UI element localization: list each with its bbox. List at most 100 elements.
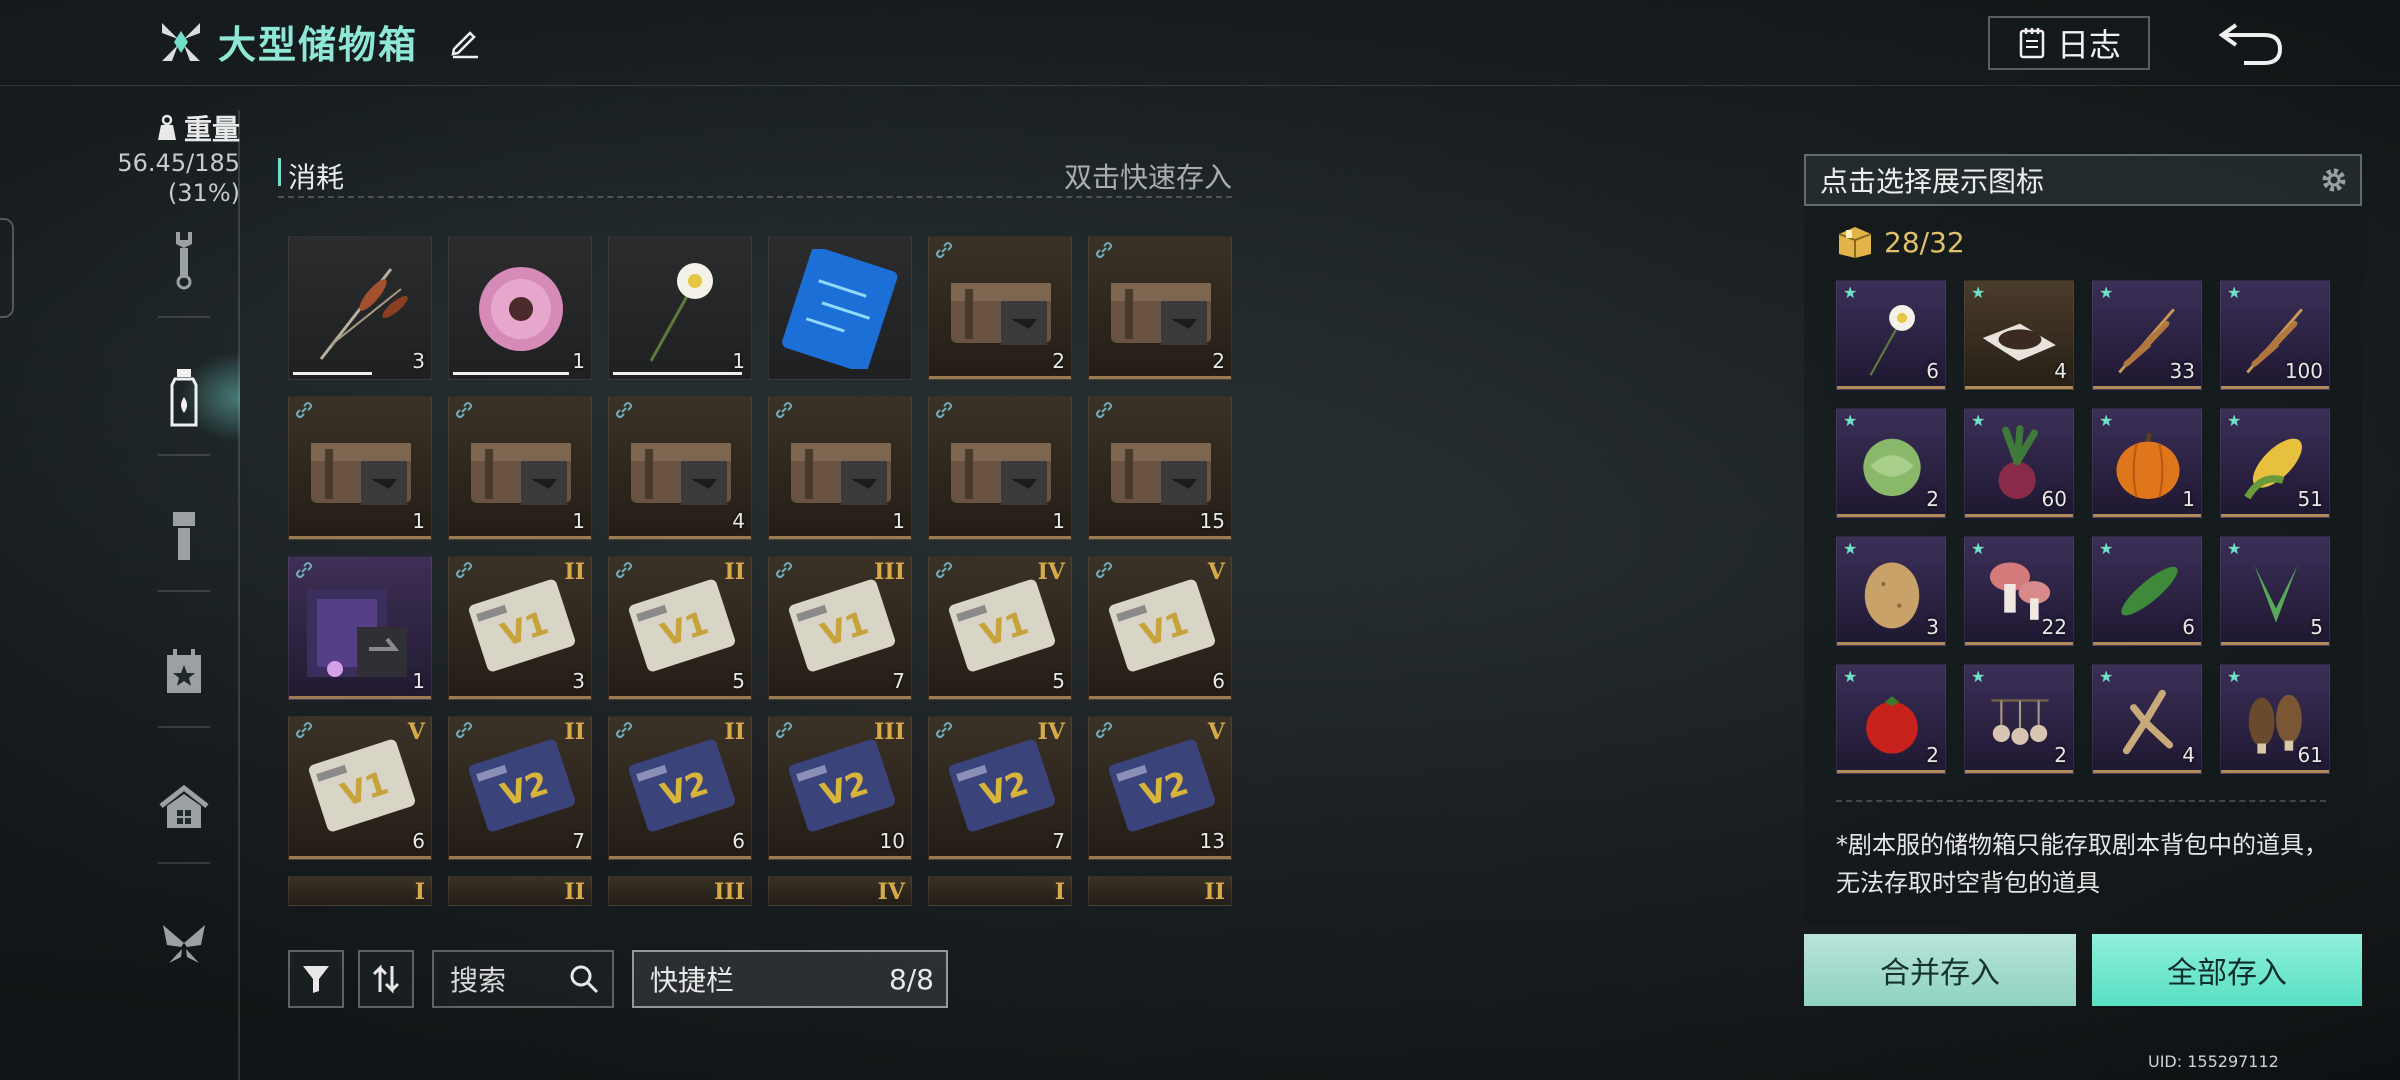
deposit-all-button[interactable]: 全部存入 (2092, 934, 2362, 1006)
inventory-slot-supply-chest[interactable]: 1 (448, 396, 592, 540)
storage-slot-aloe[interactable]: ★ 5 (2220, 536, 2330, 646)
inventory-slot-pink-flower[interactable]: 1 (448, 236, 592, 380)
supply-chest-icon (311, 443, 411, 505)
display-icon-select[interactable]: 点击选择展示图标 (1804, 154, 2362, 206)
category-equipment[interactable] (150, 502, 218, 570)
rarity-underline (929, 376, 1071, 379)
ginseng-icon (2122, 689, 2174, 755)
storage-slot-cabbage[interactable]: ★ 2 (1836, 408, 1946, 518)
rarity-underline (1965, 770, 2073, 773)
rarity-underline (1089, 536, 1231, 539)
item-count: 1 (572, 509, 585, 533)
inventory-slot-v1-card[interactable]: V1 II 3 (448, 556, 592, 700)
weight-label: 重量 (183, 113, 240, 146)
item-count: 1 (1052, 509, 1065, 533)
item-count: 7 (892, 669, 905, 693)
garlic-icon (1991, 699, 2049, 745)
weight-percent: (31%) (167, 179, 240, 207)
inventory-slot-partial[interactable]: III (608, 876, 752, 906)
link-icon (616, 722, 632, 738)
inventory-slot-partial[interactable]: IV (768, 876, 912, 906)
weight-value: 56.45/185 (117, 149, 240, 177)
merge-deposit-button[interactable]: 合并存入 (1804, 934, 2076, 1006)
inventory-slot-v2-card[interactable]: V2 II 6 (608, 716, 752, 860)
inventory-slot-v1-card[interactable]: V1 II 5 (608, 556, 752, 700)
rarity-underline (2093, 642, 2201, 645)
category-butterfly[interactable] (150, 910, 218, 978)
left-edge-handle[interactable] (0, 218, 14, 318)
rarity-underline (1089, 696, 1231, 699)
inventory-slot-v2-card[interactable]: V2 III 10 (768, 716, 912, 860)
inventory-slot-supply-chest[interactable]: 2 (1088, 236, 1232, 380)
storage-slot-pumpkin[interactable]: ★ 1 (2092, 408, 2202, 518)
notebook-icon (2019, 28, 2045, 59)
log-button[interactable]: 日志 (1988, 16, 2150, 70)
edit-icon[interactable] (448, 25, 482, 59)
inventory-slot-v2-card[interactable]: V2 II 7 (448, 716, 592, 860)
storage-note: *剧本服的储物箱只能存取剧本背包中的道具，无法存取时空背包的道具 (1836, 831, 2328, 897)
inventory-slot-supply-chest[interactable]: 2 (928, 236, 1072, 380)
item-count: 5 (1052, 669, 1065, 693)
sort-button[interactable] (358, 950, 414, 1008)
inventory-slot-supply-chest[interactable]: 1 (768, 396, 912, 540)
inventory-slot-v1-card[interactable]: V1 III 7 (768, 556, 912, 700)
link-icon (776, 402, 792, 418)
filter-button[interactable] (288, 950, 344, 1008)
inventory-slot-v1-card[interactable]: V1 IV 5 (928, 556, 1072, 700)
item-count: 100 (2284, 359, 2323, 383)
cucumber-icon (2121, 566, 2178, 616)
inventory-slot-v2-card[interactable]: V2 IV 7 (928, 716, 1072, 860)
supply-chest-icon (951, 443, 1051, 505)
storage-slot-beet[interactable]: ★ 60 (1964, 408, 2074, 518)
inventory-slot-partial[interactable]: I (928, 876, 1072, 906)
quickbar-button[interactable]: 快捷栏 8/8 (632, 950, 948, 1008)
search-box[interactable]: 搜索 (432, 950, 614, 1008)
inventory-slot-partial[interactable]: II (448, 876, 592, 906)
inventory-slot-supply-chest[interactable]: 1 (928, 396, 1072, 540)
inventory-slot-white-flower[interactable]: 1 (608, 236, 752, 380)
inventory-slot-v1-card[interactable]: V1 V 6 (288, 716, 432, 860)
category-consumables[interactable] (150, 364, 218, 432)
inventory-slot-partial[interactable]: I (288, 876, 432, 906)
inventory-slot-supply-chest[interactable]: 4 (608, 396, 752, 540)
tier-label: II (724, 719, 745, 745)
inventory-slot-supply-chest[interactable]: 15 (1088, 396, 1232, 540)
category-events[interactable] (150, 638, 218, 706)
storage-slot-tomato[interactable]: ★ 2 (1836, 664, 1946, 774)
inventory-slot-v1-card[interactable]: V1 V 6 (1088, 556, 1232, 700)
storage-slot-coffee-beans[interactable]: ★ 4 (1964, 280, 2074, 390)
rarity-underline (1965, 514, 2073, 517)
storage-slot-wheat[interactable]: ★ 100 (2220, 280, 2330, 390)
inventory-slot-v2-card[interactable]: V2 V 13 (1088, 716, 1232, 860)
item-count: 5 (732, 669, 745, 693)
inventory-slot-blue-chip-card[interactable] (768, 236, 912, 380)
inventory-slot-cattail[interactable]: 3 (288, 236, 432, 380)
rarity-underline (289, 536, 431, 539)
inventory-slot-purple-crate[interactable]: 1 (288, 556, 432, 700)
category-tools[interactable] (150, 226, 218, 294)
storage-slot-wheat[interactable]: ★ 33 (2092, 280, 2202, 390)
storage-slot-mushroom[interactable]: ★ 22 (1964, 536, 2074, 646)
storage-slot-morel[interactable]: ★ 61 (2220, 664, 2330, 774)
storage-slot-corn[interactable]: ★ 51 (2220, 408, 2330, 518)
white-flower-icon (1869, 305, 1915, 376)
rarity-underline (609, 536, 751, 539)
top-bar: 大型储物箱 日志 (0, 0, 2400, 86)
inventory-slot-partial[interactable]: II (1088, 876, 1232, 906)
link-icon (936, 242, 952, 258)
storage-slot-cucumber[interactable]: ★ 6 (2092, 536, 2202, 646)
storage-slot-ginseng[interactable]: ★ 4 (2092, 664, 2202, 774)
quickbar-count: 8/8 (888, 962, 934, 996)
rarity-underline (2221, 514, 2329, 517)
search-input[interactable]: 搜索 (450, 959, 506, 999)
storage-slot-white-flower[interactable]: ★ 6 (1836, 280, 1946, 390)
back-button[interactable] (2214, 12, 2288, 74)
gear-icon[interactable] (2320, 166, 2348, 194)
storage-slot-potato[interactable]: ★ 3 (1836, 536, 1946, 646)
rarity-underline (1089, 376, 1231, 379)
rarity-underline (929, 856, 1071, 859)
inventory-slot-supply-chest[interactable]: 1 (288, 396, 432, 540)
back-arrow-icon (2218, 23, 2283, 65)
category-home[interactable] (150, 774, 218, 842)
storage-slot-garlic[interactable]: ★ 2 (1964, 664, 2074, 774)
